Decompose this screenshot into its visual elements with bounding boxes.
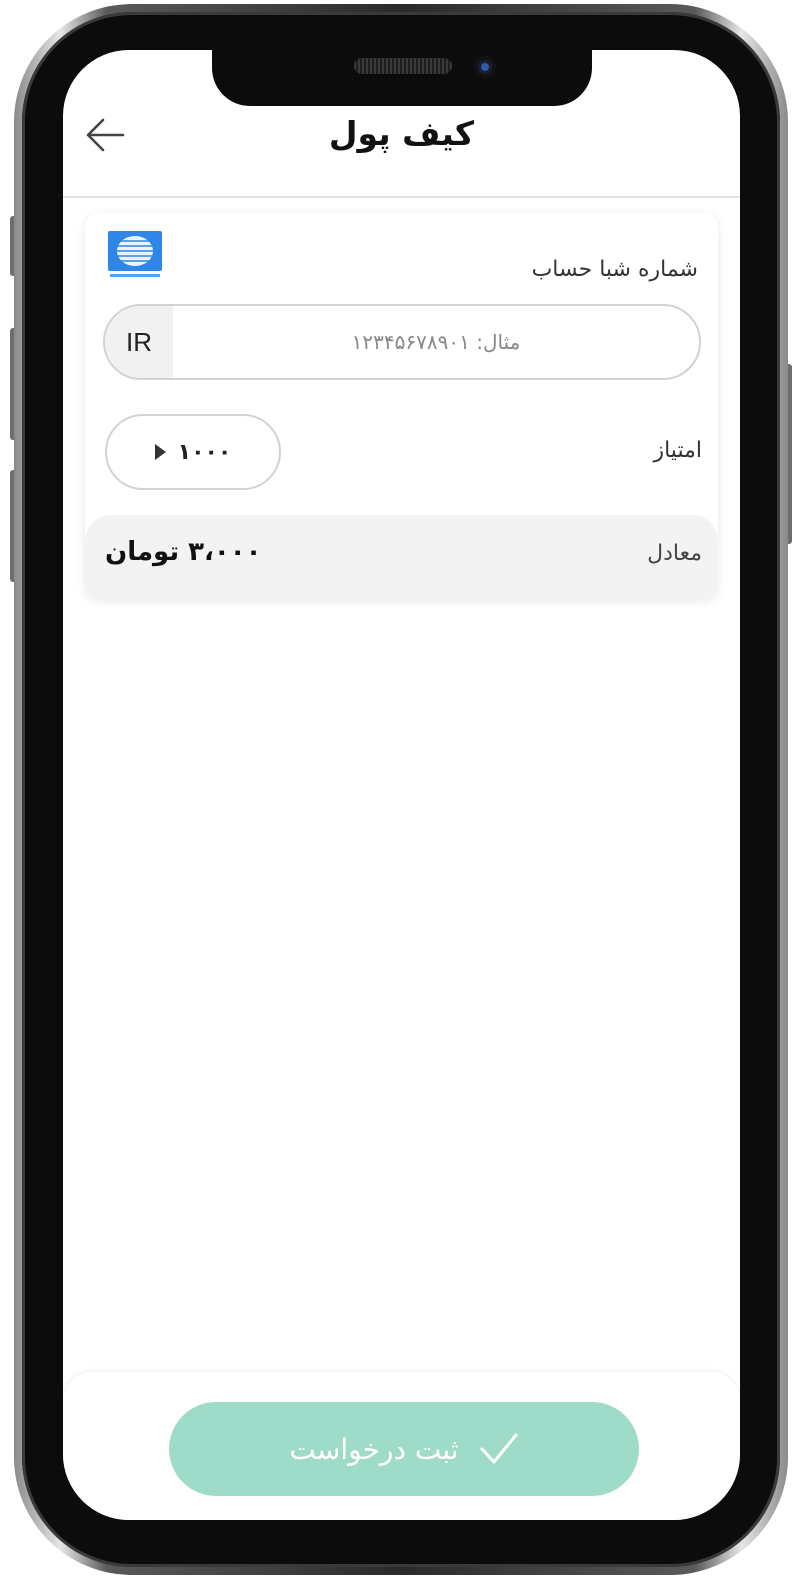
sheba-field[interactable]: IR <box>103 304 701 380</box>
submit-request-button[interactable]: ثبت درخواست <box>169 1402 639 1496</box>
bottom-action-bar: ثبت درخواست <box>63 1372 740 1520</box>
phone-notch <box>212 44 592 106</box>
header-divider <box>63 196 740 198</box>
speaker-grille <box>354 58 452 74</box>
sheba-label: شماره شبا حساب <box>531 257 698 282</box>
submit-label: ثبت درخواست <box>289 1432 459 1466</box>
sheba-input[interactable] <box>173 306 699 378</box>
equivalent-amount: ۳،۰۰۰ تومان <box>105 537 262 567</box>
front-camera <box>474 56 496 78</box>
equivalent-row: معادل ۳،۰۰۰ تومان <box>85 515 718 599</box>
check-icon <box>480 1433 518 1464</box>
points-dropdown[interactable]: ۱۰۰۰ <box>105 414 281 490</box>
wallet-card: شماره شبا حساب IR امتیاز ۱۰۰۰ معادل ۳،۰۰… <box>85 213 718 599</box>
iban-prefix: IR <box>105 306 173 378</box>
equivalent-label: معادل <box>647 541 702 566</box>
caret-right-icon <box>154 444 166 460</box>
points-value: ۱۰۰۰ <box>177 439 232 465</box>
app-screen: کیف پول شماره شبا حساب IR امتیاز ۱۰۰۰ <box>63 50 740 1520</box>
page-title: کیف پول <box>328 114 475 153</box>
bank-logo-icon <box>108 231 162 281</box>
points-label: امتیاز <box>653 438 702 463</box>
